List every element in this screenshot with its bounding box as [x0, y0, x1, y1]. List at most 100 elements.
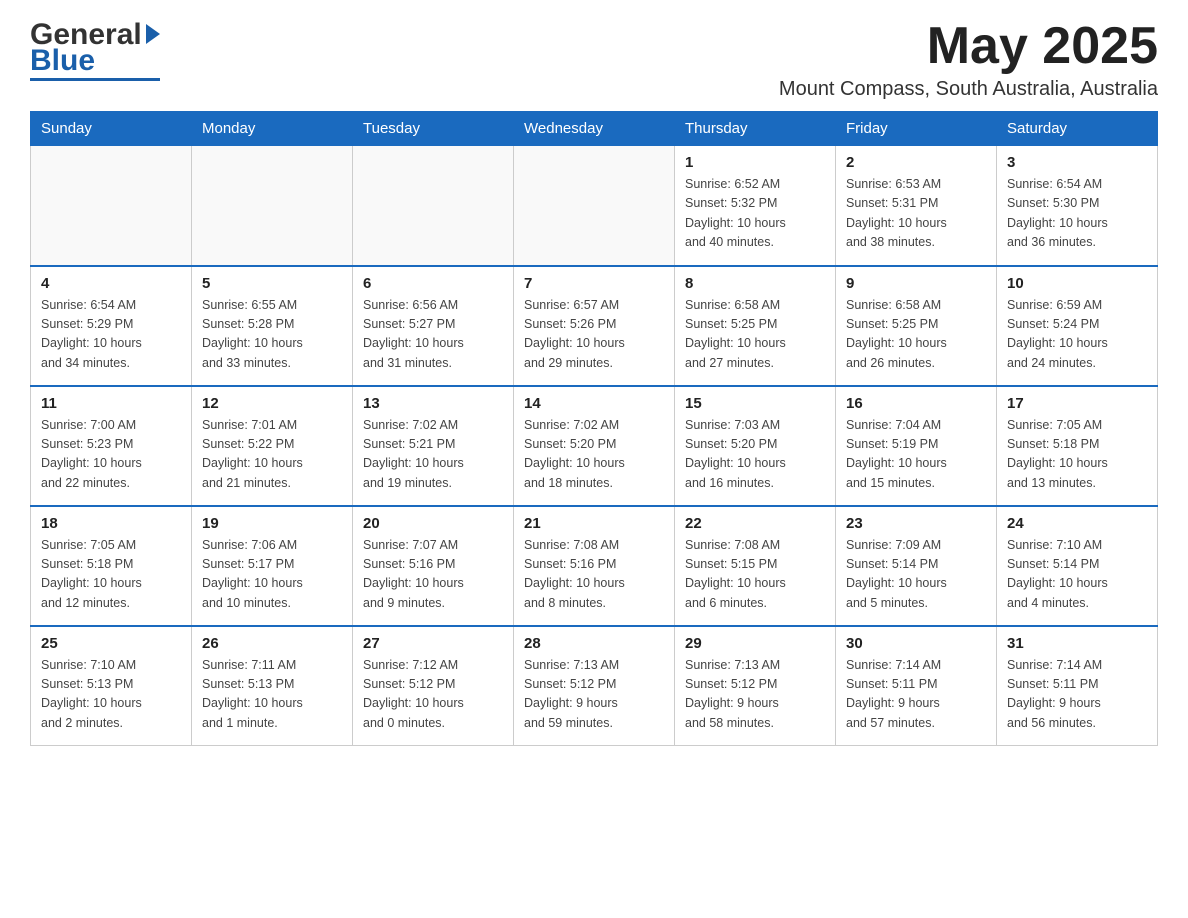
calendar-cell: 3 Sunrise: 6:54 AMSunset: 5:30 PMDaylight…: [997, 146, 1158, 266]
day-number: 21: [524, 515, 664, 532]
calendar-cell: [353, 146, 514, 266]
sun-info: Sunrise: 6:58 AMSunset: 5:25 PMDaylight:…: [846, 296, 986, 374]
sun-info: Sunrise: 7:10 AMSunset: 5:14 PMDaylight:…: [1007, 536, 1147, 614]
calendar-cell: 9Sunrise: 6:58 AMSunset: 5:25 PMDaylight…: [836, 266, 997, 386]
day-number: 8: [685, 275, 825, 292]
calendar-cell: 14 Sunrise: 7:02 AMSunset: 5:20 PMDayligh…: [514, 386, 675, 506]
calendar-cell: 5 Sunrise: 6:55 AMSunset: 5:28 PMDaylight…: [192, 266, 353, 386]
calendar-cell: 29 Sunrise: 7:13 AMSunset: 5:12 PMDayligh…: [675, 626, 836, 746]
sun-info: Sunrise: 6:54 AMSunset: 5:29 PMDaylight:…: [41, 296, 181, 374]
calendar-cell: [31, 146, 192, 266]
day-number: 20: [363, 515, 503, 532]
calendar-cell: 23 Sunrise: 7:09 AMSunset: 5:14 PMDayligh…: [836, 506, 997, 626]
sun-info: Sunrise: 6:53 AMSunset: 5:31 PMDaylight:…: [846, 175, 986, 253]
weekday-header-wednesday: Wednesday: [514, 112, 675, 146]
sun-info: Sunrise: 7:04 AMSunset: 5:19 PMDaylight:…: [846, 416, 986, 494]
logo-underline: [30, 78, 160, 81]
day-number: 16: [846, 395, 986, 412]
sun-info: Sunrise: 6:54 AMSunset: 5:30 PMDaylight:…: [1007, 175, 1147, 253]
sun-info: Sunrise: 6:52 AMSunset: 5:32 PMDaylight:…: [685, 175, 825, 253]
calendar-cell: 7 Sunrise: 6:57 AMSunset: 5:26 PMDaylight…: [514, 266, 675, 386]
sun-info: Sunrise: 7:12 AMSunset: 5:12 PMDaylight:…: [363, 656, 503, 734]
logo-arrow-icon: [146, 24, 160, 44]
calendar-cell: 11Sunrise: 7:00 AMSunset: 5:23 PMDayligh…: [31, 386, 192, 506]
day-number: 1: [685, 154, 825, 171]
sun-info: Sunrise: 7:05 AMSunset: 5:18 PMDaylight:…: [41, 536, 181, 614]
day-number: 28: [524, 635, 664, 652]
sun-info: Sunrise: 7:07 AMSunset: 5:16 PMDaylight:…: [363, 536, 503, 614]
day-number: 7: [524, 275, 664, 292]
calendar-week-4: 18Sunrise: 7:05 AMSunset: 5:18 PMDayligh…: [31, 506, 1158, 626]
day-number: 6: [363, 275, 503, 292]
calendar-cell: 8 Sunrise: 6:58 AMSunset: 5:25 PMDaylight…: [675, 266, 836, 386]
sun-info: Sunrise: 7:05 AMSunset: 5:18 PMDaylight:…: [1007, 416, 1147, 494]
sun-info: Sunrise: 7:10 AMSunset: 5:13 PMDaylight:…: [41, 656, 181, 734]
calendar-cell: 27 Sunrise: 7:12 AMSunset: 5:12 PMDayligh…: [353, 626, 514, 746]
calendar-cell: 24Sunrise: 7:10 AMSunset: 5:14 PMDayligh…: [997, 506, 1158, 626]
calendar-cell: 20 Sunrise: 7:07 AMSunset: 5:16 PMDayligh…: [353, 506, 514, 626]
day-number: 4: [41, 275, 181, 292]
sun-info: Sunrise: 7:09 AMSunset: 5:14 PMDaylight:…: [846, 536, 986, 614]
day-number: 31: [1007, 635, 1147, 652]
day-number: 26: [202, 635, 342, 652]
sun-info: Sunrise: 7:02 AMSunset: 5:20 PMDaylight:…: [524, 416, 664, 494]
day-number: 25: [41, 635, 181, 652]
sun-info: Sunrise: 7:01 AMSunset: 5:22 PMDaylight:…: [202, 416, 342, 494]
calendar-cell: 16 Sunrise: 7:04 AMSunset: 5:19 PMDayligh…: [836, 386, 997, 506]
day-number: 29: [685, 635, 825, 652]
calendar-cell: 15 Sunrise: 7:03 AMSunset: 5:20 PMDayligh…: [675, 386, 836, 506]
title-block: May 2025 Mount Compass, South Australia,…: [779, 20, 1158, 101]
sun-info: Sunrise: 6:56 AMSunset: 5:27 PMDaylight:…: [363, 296, 503, 374]
sun-info: Sunrise: 6:59 AMSunset: 5:24 PMDaylight:…: [1007, 296, 1147, 374]
day-number: 19: [202, 515, 342, 532]
calendar-cell: 19 Sunrise: 7:06 AMSunset: 5:17 PMDayligh…: [192, 506, 353, 626]
weekday-header-thursday: Thursday: [675, 112, 836, 146]
calendar-cell: [514, 146, 675, 266]
day-number: 11: [41, 395, 181, 412]
sun-info: Sunrise: 6:55 AMSunset: 5:28 PMDaylight:…: [202, 296, 342, 374]
sun-info: Sunrise: 7:13 AMSunset: 5:12 PMDaylight:…: [524, 656, 664, 734]
calendar-table: SundayMondayTuesdayWednesdayThursdayFrid…: [30, 111, 1158, 746]
sun-info: Sunrise: 7:08 AMSunset: 5:15 PMDaylight:…: [685, 536, 825, 614]
calendar-cell: 2 Sunrise: 6:53 AMSunset: 5:31 PMDaylight…: [836, 146, 997, 266]
day-number: 3: [1007, 154, 1147, 171]
day-number: 14: [524, 395, 664, 412]
weekday-header-tuesday: Tuesday: [353, 112, 514, 146]
day-number: 5: [202, 275, 342, 292]
sun-info: Sunrise: 7:14 AMSunset: 5:11 PMDaylight:…: [846, 656, 986, 734]
day-number: 22: [685, 515, 825, 532]
calendar-cell: 28 Sunrise: 7:13 AMSunset: 5:12 PMDayligh…: [514, 626, 675, 746]
sun-info: Sunrise: 7:06 AMSunset: 5:17 PMDaylight:…: [202, 536, 342, 614]
calendar-header-row: SundayMondayTuesdayWednesdayThursdayFrid…: [31, 112, 1158, 146]
day-number: 13: [363, 395, 503, 412]
sun-info: Sunrise: 6:58 AMSunset: 5:25 PMDaylight:…: [685, 296, 825, 374]
calendar-cell: 13 Sunrise: 7:02 AMSunset: 5:21 PMDayligh…: [353, 386, 514, 506]
day-number: 15: [685, 395, 825, 412]
day-number: 30: [846, 635, 986, 652]
logo: General Blue: [30, 20, 160, 81]
calendar-cell: 25 Sunrise: 7:10 AMSunset: 5:13 PMDayligh…: [31, 626, 192, 746]
sun-info: Sunrise: 7:08 AMSunset: 5:16 PMDaylight:…: [524, 536, 664, 614]
weekday-header-sunday: Sunday: [31, 112, 192, 146]
sun-info: Sunrise: 7:13 AMSunset: 5:12 PMDaylight:…: [685, 656, 825, 734]
day-number: 23: [846, 515, 986, 532]
calendar-cell: 10Sunrise: 6:59 AMSunset: 5:24 PMDayligh…: [997, 266, 1158, 386]
calendar-cell: [192, 146, 353, 266]
day-number: 17: [1007, 395, 1147, 412]
sun-info: Sunrise: 7:14 AMSunset: 5:11 PMDaylight:…: [1007, 656, 1147, 734]
calendar-week-3: 11Sunrise: 7:00 AMSunset: 5:23 PMDayligh…: [31, 386, 1158, 506]
calendar-week-5: 25 Sunrise: 7:10 AMSunset: 5:13 PMDayligh…: [31, 626, 1158, 746]
day-number: 27: [363, 635, 503, 652]
calendar-cell: 31 Sunrise: 7:14 AMSunset: 5:11 PMDayligh…: [997, 626, 1158, 746]
weekday-header-monday: Monday: [192, 112, 353, 146]
sun-info: Sunrise: 6:57 AMSunset: 5:26 PMDaylight:…: [524, 296, 664, 374]
sun-info: Sunrise: 7:02 AMSunset: 5:21 PMDaylight:…: [363, 416, 503, 494]
day-number: 2: [846, 154, 986, 171]
sun-info: Sunrise: 7:03 AMSunset: 5:20 PMDaylight:…: [685, 416, 825, 494]
calendar-week-2: 4 Sunrise: 6:54 AMSunset: 5:29 PMDaylight…: [31, 266, 1158, 386]
day-number: 12: [202, 395, 342, 412]
weekday-header-friday: Friday: [836, 112, 997, 146]
calendar-cell: 6 Sunrise: 6:56 AMSunset: 5:27 PMDaylight…: [353, 266, 514, 386]
calendar-cell: 18Sunrise: 7:05 AMSunset: 5:18 PMDayligh…: [31, 506, 192, 626]
calendar-cell: 22 Sunrise: 7:08 AMSunset: 5:15 PMDayligh…: [675, 506, 836, 626]
